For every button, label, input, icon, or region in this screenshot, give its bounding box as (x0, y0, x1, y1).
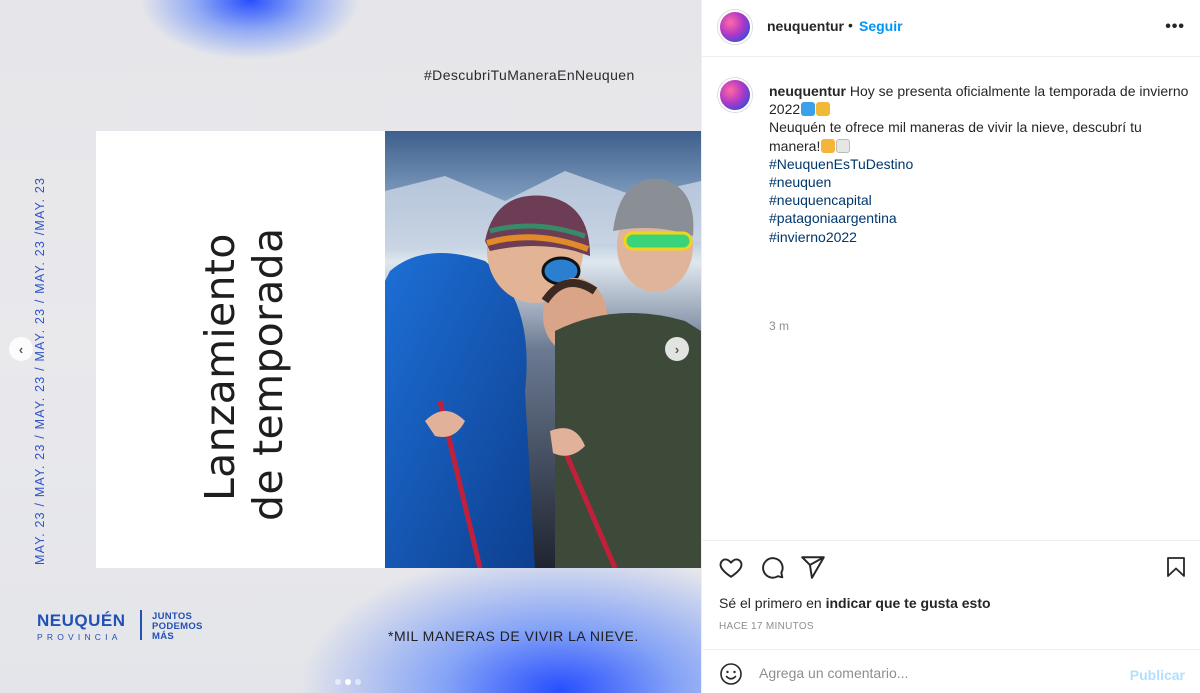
comment-bar: Publicar (702, 649, 1200, 693)
juntos-line-3: MÁS (152, 631, 175, 642)
hugging-face-emoji-icon (816, 102, 831, 117)
title-line-1: Lanzamiento (196, 233, 244, 501)
caption: neuquentur Hoy se presenta oficialmente … (769, 82, 1189, 246)
carousel-dots (335, 679, 361, 685)
snowflake-emoji-icon (801, 102, 816, 117)
post-timestamp[interactable]: HACE 17 MINUTOS (719, 621, 814, 632)
more-horizontal-icon[interactable]: ••• (1165, 18, 1185, 36)
caption-area: neuquentur Hoy se presenta oficialmente … (702, 58, 1200, 540)
post-photo (385, 131, 701, 568)
header-dot: • (848, 17, 853, 33)
chevron-left-icon: ‹ (18, 341, 24, 357)
bookmark-icon[interactable] (1164, 554, 1188, 580)
carousel-dot (335, 679, 341, 685)
likes-prefix: Sé el primero en (719, 595, 822, 611)
hashtag-link[interactable]: #patagoniaargentina (769, 209, 1189, 227)
send-icon[interactable] (800, 554, 826, 580)
caption-relative-time[interactable]: 3 m (769, 319, 789, 333)
neuquen-logo: NEUQUÉN PROVINCIA (37, 611, 126, 642)
comment-input[interactable] (759, 665, 1119, 681)
title-line-2: de temporada (244, 227, 292, 521)
chevron-right-icon: › (674, 341, 680, 357)
smiley-icon[interactable] (719, 662, 743, 686)
hashtag-link[interactable]: #NeuquenEsTuDestino (769, 155, 1189, 173)
caption-avatar[interactable] (718, 78, 752, 112)
first-like-link[interactable]: indicar que te gusta esto (826, 595, 991, 611)
post-side-panel: neuquentur • Seguir ••• neuquentur Hoy s… (701, 0, 1200, 693)
carousel-dot-active (345, 679, 351, 685)
post-media[interactable]: #DescubriTuManeraEnNeuquen MAY. 23 / MAY… (0, 0, 701, 693)
publish-button[interactable]: Publicar (1130, 667, 1185, 683)
skiers-photo-illustration (385, 131, 701, 568)
date-strip: MAY. 23 / MAY. 23 / MAY. 23 / MAY. 23 / … (33, 176, 47, 565)
carousel-next-button[interactable]: › (665, 337, 689, 361)
hashtag-link[interactable]: #neuquen (769, 173, 1189, 191)
hashtag-link[interactable]: #invierno2022 (769, 228, 1189, 246)
tagline: *MIL MANERAS DE VIVIR LA NIEVE. (388, 628, 639, 644)
header-username[interactable]: neuquentur (767, 18, 844, 34)
snowman-emoji-icon (836, 138, 851, 153)
carousel-dot (355, 679, 361, 685)
logo-main-text: NEUQUÉN (37, 611, 126, 630)
likes-line: Sé el primero en indicar que te gusta es… (719, 595, 991, 611)
juntos-logo: JUNTOS PODEMOS MÁS (152, 612, 203, 642)
heart-icon[interactable] (718, 554, 744, 580)
title-block: Lanzamiento de temporada (96, 131, 385, 568)
hashtag-link[interactable]: #neuquencapital (769, 191, 1189, 209)
banner-hashtag: #DescubriTuManeraEnNeuquen (424, 67, 635, 83)
logo-divider (140, 610, 142, 640)
avatar[interactable] (718, 10, 752, 44)
caption-username[interactable]: neuquentur (769, 83, 846, 99)
logo-sub-text: PROVINCIA (37, 632, 122, 642)
action-bar (702, 540, 1200, 590)
follow-button[interactable]: Seguir (859, 18, 903, 34)
comment-icon[interactable] (759, 554, 785, 580)
carousel-prev-button[interactable]: ‹ (9, 337, 33, 361)
post-header: neuquentur • Seguir ••• (702, 0, 1200, 57)
smiling-face-hearts-emoji-icon (821, 138, 836, 153)
